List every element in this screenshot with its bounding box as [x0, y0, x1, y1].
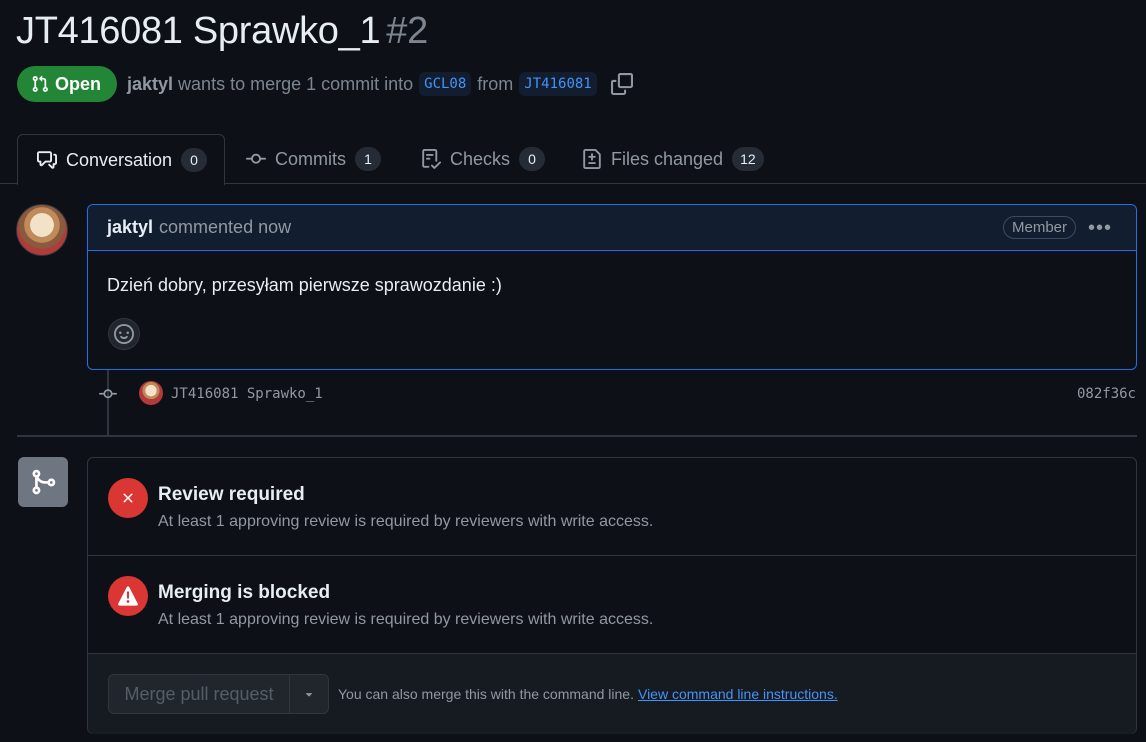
merge-options-button[interactable]: [289, 674, 329, 714]
smiley-icon: [114, 324, 134, 344]
commit-author-avatar[interactable]: [139, 381, 163, 405]
comment-body: Dzień dobry, przesyłam pierwsze sprawozd…: [107, 275, 502, 295]
add-reaction-button[interactable]: [108, 318, 140, 350]
author-link[interactable]: jaktyl: [127, 74, 173, 95]
git-commit-icon: [246, 153, 266, 164]
merge-hint: You can also merge this with the command…: [338, 686, 838, 702]
tab-count: 0: [519, 147, 546, 171]
timeline-divider: [17, 435, 1137, 437]
tab-count: 0: [181, 148, 208, 172]
from-text: from: [477, 73, 514, 94]
pr-tabs: Conversation 0 Commits 1 Checks 0 Files …: [0, 134, 1146, 185]
command-line-instructions-link[interactable]: View command line instructions.: [638, 686, 838, 702]
avatar[interactable]: [16, 204, 68, 256]
pull-request-icon: [32, 75, 48, 92]
tab-count: 12: [732, 147, 764, 171]
status-label: Open: [55, 73, 102, 94]
status-description: At least 1 approving review is required …: [158, 611, 654, 628]
alert-icon: [108, 576, 148, 616]
git-commit-icon: [98, 385, 118, 408]
merge-blocked-row: Merging is blocked At least 1 approving …: [88, 556, 1136, 654]
pr-title: JT416081 Sprawko_1: [16, 10, 381, 52]
triangle-down-icon: [305, 693, 313, 697]
merge-summary: jaktyl wants to merge 1 commit into GCL0…: [127, 72, 633, 96]
base-branch[interactable]: GCL08: [419, 72, 472, 96]
tab-label: Checks: [450, 148, 511, 169]
comment-header: jaktyl commented now Member •••: [88, 205, 1136, 251]
member-badge: Member: [1002, 216, 1076, 239]
head-branch[interactable]: JT416081: [519, 72, 597, 96]
merge-text: wants to merge 1 commit into: [178, 73, 414, 94]
merge-box: Review required At least 1 approving rev…: [87, 457, 1137, 734]
tab-label: Conversation: [66, 149, 173, 170]
commit-message[interactable]: JT416081 Sprawko_1: [171, 386, 323, 402]
comment-timestamp: commented now: [159, 217, 292, 237]
tab-conversation[interactable]: Conversation 0: [17, 134, 225, 185]
status-title: Review required: [158, 484, 305, 505]
kebab-menu-icon[interactable]: •••: [1088, 217, 1112, 240]
status-title: Merging is blocked: [158, 582, 331, 603]
tab-files-changed[interactable]: Files changed 12: [582, 134, 764, 184]
status-badge: Open: [17, 66, 118, 102]
tab-label: Commits: [275, 148, 346, 169]
pr-meta: Open jaktyl wants to merge 1 commit into…: [17, 66, 633, 102]
tab-checks[interactable]: Checks 0: [421, 134, 546, 184]
tab-commits[interactable]: Commits 1: [246, 134, 381, 184]
file-diff-icon: [583, 149, 601, 169]
copy-icon[interactable]: [610, 73, 633, 95]
comment-box: jaktyl commented now Member ••• Dzień do…: [87, 204, 1137, 370]
pr-number: #2: [386, 10, 428, 52]
tab-label: Files changed: [611, 148, 724, 169]
merge-hint-text: You can also merge this with the command…: [338, 686, 634, 702]
merge-pull-request-button[interactable]: Merge pull request: [108, 674, 290, 714]
page-title: JT416081 Sprawko_1 #2: [16, 10, 428, 53]
merge-actions: Merge pull request You can also merge th…: [88, 654, 1136, 734]
comment-discussion-icon: [37, 151, 57, 169]
review-required-row: Review required At least 1 approving rev…: [88, 458, 1136, 556]
x-circle-icon: [108, 478, 148, 518]
status-description: At least 1 approving review is required …: [158, 513, 654, 530]
comment-author[interactable]: jaktyl: [107, 217, 153, 238]
tab-count: 1: [355, 147, 381, 171]
commit-sha[interactable]: 082f36c: [1077, 386, 1136, 402]
checklist-icon: [422, 149, 441, 169]
git-merge-icon: [18, 457, 68, 507]
